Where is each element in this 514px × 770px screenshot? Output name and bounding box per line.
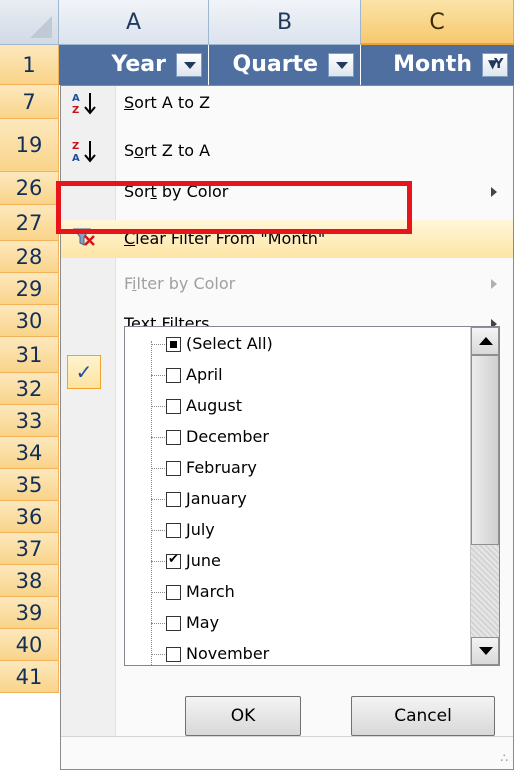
checkbox[interactable] [166, 492, 181, 507]
filter-funnel-icon: Y [494, 57, 504, 72]
checkbox[interactable] [166, 585, 181, 600]
menu-item-label: Sort by Color [124, 182, 229, 201]
header-cell-quarter[interactable]: Quarte [209, 45, 361, 85]
list-item-label: February [186, 458, 257, 477]
scrollbar-thumb[interactable] [471, 355, 499, 545]
menu-item-sort-by-color[interactable]: Sort by Color [61, 175, 513, 209]
svg-text:A: A [72, 93, 80, 104]
menu-item-label: Sort Z to A [124, 141, 211, 160]
list-item[interactable]: August [151, 391, 441, 421]
corner-triangle-icon [30, 16, 52, 38]
row-header[interactable]: 34 [0, 437, 59, 469]
svg-text:Z: Z [72, 105, 79, 116]
list-item[interactable]: July [151, 515, 441, 545]
list-item-label: (Select All) [186, 334, 273, 353]
row-header[interactable]: 1 [0, 45, 59, 85]
list-item[interactable]: February [151, 453, 441, 483]
column-header-b[interactable]: B [209, 0, 361, 45]
checkbox[interactable] [166, 616, 181, 631]
header-month-label: Month [393, 52, 472, 77]
filter-values-list[interactable]: (Select All) April August December Febru… [124, 326, 500, 666]
year-filter-dropdown-button[interactable] [176, 53, 202, 77]
table-header-row: Year Quarte Month Y [59, 45, 514, 85]
list-item[interactable]: November [151, 639, 441, 665]
svg-text:Z: Z [72, 141, 79, 152]
scroll-up-arrow-icon[interactable] [471, 327, 499, 355]
menu-footer-divider [61, 736, 513, 737]
list-item[interactable]: December [151, 422, 441, 452]
ok-button[interactable]: OK [185, 696, 301, 736]
autofilter-menu: AZ Sort A to Z ZA Sort Z to A Sort by Co… [60, 85, 514, 770]
list-scrollbar[interactable] [470, 327, 499, 665]
scroll-down-arrow-icon[interactable] [471, 637, 499, 665]
quarter-filter-dropdown-button[interactable] [328, 53, 354, 77]
menu-item-sort-z-to-a[interactable]: ZA Sort Z to A [61, 134, 513, 168]
check-icon: ✓ [67, 355, 101, 389]
menu-item-label: Sort A to Z [124, 93, 211, 112]
sort-z-a-icon: ZA [67, 138, 103, 164]
row-header[interactable]: 36 [0, 501, 59, 533]
row-header[interactable]: 19 [0, 119, 59, 172]
checkbox[interactable] [166, 523, 181, 538]
checkbox[interactable] [166, 647, 181, 662]
checkbox[interactable] [166, 552, 181, 569]
checkbox[interactable] [166, 430, 181, 445]
row-header[interactable]: 37 [0, 533, 59, 565]
header-year-label: Year [111, 52, 166, 77]
column-header-c[interactable]: C [361, 0, 514, 45]
header-cell-year[interactable]: Year [59, 45, 209, 85]
list-item-label: August [186, 396, 242, 415]
submenu-arrow-icon [491, 187, 497, 197]
list-item-label: June [186, 551, 221, 570]
svg-text:A: A [72, 153, 80, 164]
checkbox[interactable] [166, 337, 181, 352]
clear-filter-icon [67, 224, 103, 250]
row-header[interactable]: 39 [0, 597, 59, 629]
list-item[interactable]: June [151, 546, 441, 576]
list-item[interactable]: (Select All) [151, 329, 441, 359]
row-header[interactable]: 35 [0, 469, 59, 501]
row-header[interactable]: 33 [0, 405, 59, 437]
menu-item-label: Filter by Color [124, 274, 236, 293]
row-header[interactable]: 41 [0, 661, 59, 693]
row-header[interactable]: 26 [0, 172, 59, 205]
list-item-label: January [186, 489, 247, 508]
row-header[interactable]: 40 [0, 629, 59, 661]
list-item[interactable]: January [151, 484, 441, 514]
checkbox[interactable] [166, 399, 181, 414]
header-cell-month[interactable]: Month Y [361, 45, 514, 85]
select-all-corner[interactable] [0, 0, 59, 45]
row-header[interactable]: 32 [0, 373, 59, 405]
menu-item-filter-by-color: Filter by Color [61, 267, 513, 301]
column-header-a[interactable]: A [59, 0, 209, 45]
row-header[interactable]: 38 [0, 565, 59, 597]
list-item[interactable]: May [151, 608, 441, 638]
row-header[interactable]: 7 [0, 85, 59, 119]
row-header[interactable]: 27 [0, 205, 59, 241]
menu-item-sort-a-to-z[interactable]: AZ Sort A to Z [61, 86, 513, 120]
row-header[interactable]: 31 [0, 337, 59, 373]
cancel-button[interactable]: Cancel [351, 696, 495, 736]
list-item[interactable]: April [151, 360, 441, 390]
row-header[interactable]: 29 [0, 273, 59, 305]
list-item-label: December [186, 427, 269, 446]
month-filter-dropdown-button[interactable]: Y [482, 53, 508, 77]
list-item-label: November [186, 644, 270, 663]
resize-grip-icon[interactable]: ∴ [500, 751, 509, 765]
sort-a-z-icon: AZ [67, 90, 103, 116]
list-item[interactable]: March [151, 577, 441, 607]
list-item-label: April [186, 365, 223, 384]
list-item-label: July [186, 520, 215, 539]
list-item-label: May [186, 613, 220, 632]
checkbox[interactable] [166, 368, 181, 383]
submenu-arrow-icon [491, 279, 497, 289]
list-item-label: March [186, 582, 235, 601]
row-header[interactable]: 30 [0, 305, 59, 337]
checkbox[interactable] [166, 461, 181, 476]
menu-item-clear-filter[interactable]: Clear Filter From "Month" [61, 220, 513, 258]
menu-item-label: Clear Filter From "Month" [124, 229, 326, 248]
row-header[interactable]: 28 [0, 241, 59, 273]
header-quarter-label: Quarte [232, 52, 319, 77]
